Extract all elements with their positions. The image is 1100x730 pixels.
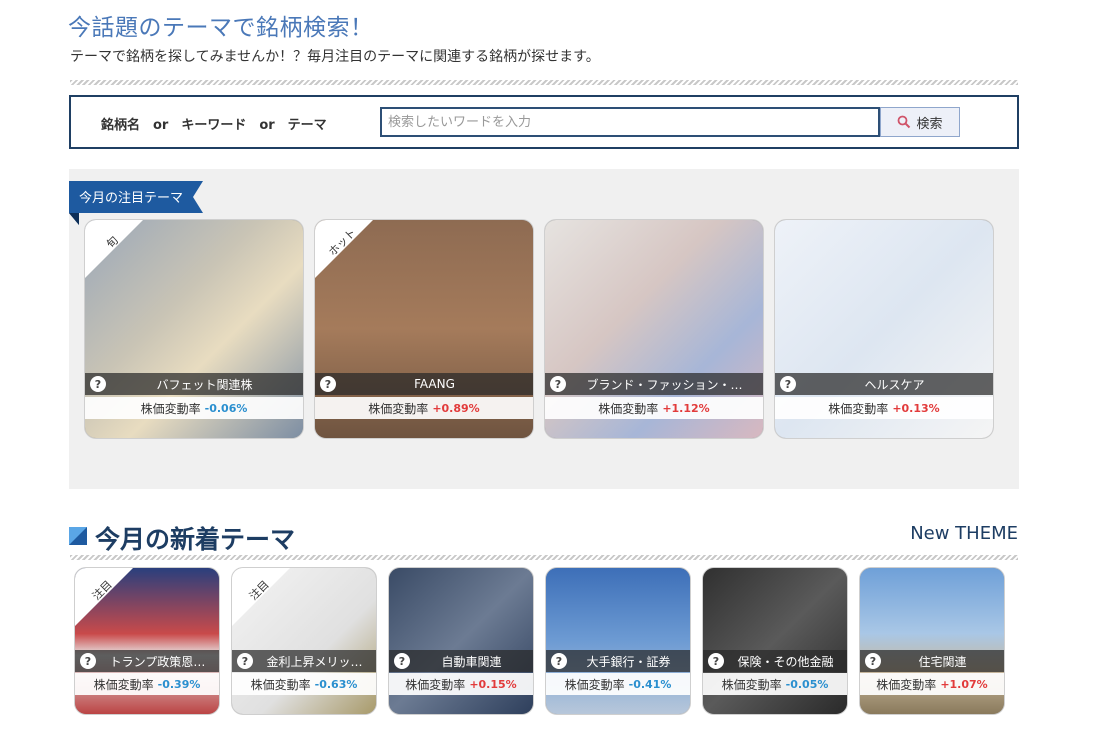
page-title: 今話題のテーマで銘柄検索！ bbox=[68, 15, 374, 41]
help-icon[interactable]: ? bbox=[394, 653, 410, 669]
theme-caption: ? 保険・その他金融 bbox=[703, 650, 847, 672]
divider bbox=[70, 555, 1018, 560]
rate-label: 株価変動率 bbox=[93, 677, 154, 692]
theme-caption: ? 大手銀行・証券 bbox=[546, 650, 690, 672]
search-input[interactable] bbox=[380, 107, 880, 137]
theme-name: ヘルスケア bbox=[864, 377, 925, 392]
theme-rate: 株価変動率 -0.63% bbox=[232, 673, 376, 695]
theme-card[interactable]: 旬? バフェット関連株 株価変動率 -0.06% bbox=[84, 219, 304, 439]
rate-label: 株価変動率 bbox=[828, 401, 889, 416]
search-icon bbox=[898, 115, 911, 129]
rate-label: 株価変動率 bbox=[140, 401, 201, 416]
rate-label: 株価変動率 bbox=[721, 677, 782, 692]
help-icon[interactable]: ? bbox=[90, 376, 106, 392]
help-icon[interactable]: ? bbox=[550, 376, 566, 392]
theme-caption: ? ヘルスケア bbox=[775, 373, 993, 395]
help-icon[interactable]: ? bbox=[708, 653, 724, 669]
rate-label: 株価変動率 bbox=[564, 677, 625, 692]
rate-value: +0.15% bbox=[469, 677, 517, 691]
theme-card[interactable]: ? ブランド・ファッション・… 株価変動率 +1.12% bbox=[544, 219, 764, 439]
rate-value: -0.06% bbox=[204, 401, 248, 415]
theme-rate: 株価変動率 -0.05% bbox=[703, 673, 847, 695]
theme-caption: ? FAANG bbox=[315, 373, 533, 395]
theme-caption: ? バフェット関連株 bbox=[85, 373, 303, 395]
theme-rate: 株価変動率 +0.15% bbox=[389, 673, 533, 695]
section-marker-icon bbox=[69, 527, 87, 545]
new-theme-title: 今月の新着テーマ bbox=[95, 525, 296, 554]
help-icon[interactable]: ? bbox=[780, 376, 796, 392]
rate-value: -0.05% bbox=[785, 677, 829, 691]
theme-card[interactable]: ? 自動車関連株価変動率 +0.15% bbox=[388, 567, 534, 715]
rate-label: 株価変動率 bbox=[876, 677, 937, 692]
divider bbox=[70, 80, 1018, 85]
theme-name: トランプ政策恩… bbox=[109, 654, 206, 669]
help-icon[interactable]: ? bbox=[865, 653, 881, 669]
theme-name: 住宅関連 bbox=[918, 654, 967, 669]
theme-name: ブランド・ファッション・… bbox=[586, 377, 743, 392]
featured-ribbon: 今月の注目テーマ bbox=[69, 181, 203, 225]
theme-caption: ? 住宅関連 bbox=[860, 650, 1004, 672]
theme-name: FAANG bbox=[414, 377, 455, 391]
theme-rate: 株価変動率 +1.07% bbox=[860, 673, 1004, 695]
search-box: 銘柄名 or キーワード or テーマ 検索 bbox=[69, 95, 1019, 149]
theme-caption: ? ブランド・ファッション・… bbox=[545, 373, 763, 395]
rate-value: -0.41% bbox=[628, 677, 672, 691]
theme-card[interactable]: ? 保険・その他金融株価変動率 -0.05% bbox=[702, 567, 848, 715]
rate-label: 株価変動率 bbox=[405, 677, 466, 692]
help-icon[interactable]: ? bbox=[320, 376, 336, 392]
theme-name: 大手銀行・証券 bbox=[586, 654, 671, 669]
rate-value: -0.63% bbox=[314, 677, 358, 691]
search-button-label: 検索 bbox=[916, 116, 943, 132]
rate-value: -0.39% bbox=[157, 677, 201, 691]
rate-label: 株価変動率 bbox=[368, 401, 429, 416]
rate-value: +0.13% bbox=[892, 401, 940, 415]
theme-rate: 株価変動率 +0.13% bbox=[775, 397, 993, 419]
theme-caption: ? トランプ政策恩… bbox=[75, 650, 219, 672]
help-icon[interactable]: ? bbox=[237, 653, 253, 669]
rate-value: +0.89% bbox=[432, 401, 480, 415]
theme-rate: 株価変動率 +0.89% bbox=[315, 397, 533, 419]
theme-card[interactable]: 注目? 金利上昇メリッ… 株価変動率 -0.63% bbox=[231, 567, 377, 715]
theme-name: 金利上昇メリッ… bbox=[266, 654, 363, 669]
theme-rate: 株価変動率 -0.41% bbox=[546, 673, 690, 695]
search-label: 銘柄名 or キーワード or テーマ bbox=[101, 118, 327, 133]
theme-name: 自動車関連 bbox=[441, 654, 502, 669]
rate-value: +1.12% bbox=[662, 401, 710, 415]
theme-card[interactable]: ? 住宅関連株価変動率 +1.07% bbox=[859, 567, 1005, 715]
page-subtitle: テーマで銘柄を探してみませんか！？毎月注目のテーマに関連する銘柄が探せます。 bbox=[70, 49, 600, 65]
theme-card[interactable]: ホット? FAANG 株価変動率 +0.89% bbox=[314, 219, 534, 439]
rate-value: +1.07% bbox=[940, 677, 988, 691]
theme-caption: ? 金利上昇メリッ… bbox=[232, 650, 376, 672]
new-theme-link[interactable]: New THEME bbox=[910, 523, 1018, 544]
rate-label: 株価変動率 bbox=[250, 677, 311, 692]
help-icon[interactable]: ? bbox=[551, 653, 567, 669]
theme-caption: ? 自動車関連 bbox=[389, 650, 533, 672]
help-icon[interactable]: ? bbox=[80, 653, 96, 669]
theme-rate: 株価変動率 +1.12% bbox=[545, 397, 763, 419]
search-button[interactable]: 検索 bbox=[880, 107, 960, 137]
theme-card[interactable]: ? ヘルスケア株価変動率 +0.13% bbox=[774, 219, 994, 439]
theme-card[interactable]: 注目? トランプ政策恩… 株価変動率 -0.39% bbox=[74, 567, 220, 715]
theme-name: バフェット関連株 bbox=[156, 377, 253, 392]
theme-rate: 株価変動率 -0.39% bbox=[75, 673, 219, 695]
theme-name: 保険・その他金融 bbox=[737, 654, 834, 669]
theme-card[interactable]: ? 大手銀行・証券株価変動率 -0.41% bbox=[545, 567, 691, 715]
rate-label: 株価変動率 bbox=[598, 401, 659, 416]
featured-ribbon-label: 今月の注目テーマ bbox=[79, 191, 184, 206]
theme-rate: 株価変動率 -0.06% bbox=[85, 397, 303, 419]
